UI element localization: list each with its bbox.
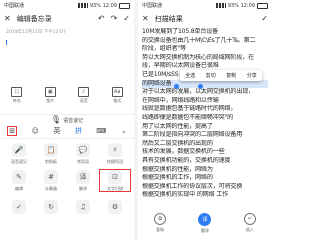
text-line: 根据交换机工作的协议层次，可将交换 [142, 182, 243, 190]
tools-grid: 🎤 语音速记 📋 剪贴板 💬 常用语 ⚡ 快捷短语 ✎ 编辑 # 计算器 译翻译 ⊡ 文字扫描… [0, 142, 134, 219]
grid-item-12[interactable]: ⚙ [99, 196, 131, 219]
close-icon[interactable]: ✕ [142, 15, 149, 23]
insert-action[interactable]: ↵ 插入 [243, 213, 256, 234]
audio-tool[interactable]: ♪ 语音 [78, 86, 90, 104]
text-line: 阶段，组织者"等 [142, 45, 186, 53]
cut-button[interactable]: 剪切 [206, 72, 216, 79]
grid-item-10[interactable]: ↻ [35, 196, 67, 219]
check-icon[interactable]: ✓ [261, 15, 268, 23]
text-line: 技术的发展，数据交换机的一些 [142, 148, 225, 156]
emoji-icon[interactable]: ☺ [32, 127, 39, 135]
image-icon: ▣ [44, 86, 56, 97]
translate-action[interactable]: 译翻译 [198, 213, 212, 234]
english-toggle[interactable]: 英 [53, 126, 60, 136]
battery-icon [257, 2, 268, 9]
text-line: 10M发展到了105.8单台设备 [142, 28, 219, 35]
calculator-icon: # [44, 169, 58, 184]
top-nav: ✕ 编辑备忘录 ↶ ↷ ✓ [0, 11, 134, 27]
mic-icon: 🎤 [12, 142, 26, 157]
checkbox-icon: ☐ [11, 86, 23, 97]
grid-item-11[interactable]: ♫ [67, 196, 99, 219]
bottom-actions: ⧉ 复制 译翻译 ↵ 插入 [138, 213, 272, 234]
check-icon: ✓ [12, 199, 26, 214]
redo-icon[interactable]: ↷ [111, 15, 118, 23]
page-title: 扫描结果 [154, 15, 183, 23]
text-line: 根据交换机的性能，网络为 [142, 165, 213, 173]
text-line: 具有交换机功能的，交换机的速度 [142, 156, 231, 164]
carrier-label: 中国联通 [142, 3, 163, 9]
grid-item-voice[interactable]: 🎤 语音速记 [3, 142, 35, 165]
clipboard-icon: 📋 [44, 142, 58, 157]
copy-button[interactable]: 复制 [226, 72, 236, 79]
copy-icon: ⧉ [154, 213, 167, 225]
apps-grid-icon[interactable]: ⊞ [7, 126, 18, 136]
chat-icon: 💬 [76, 142, 90, 157]
selection-handle-end[interactable] [198, 84, 203, 89]
selection-popup: 全选 剪切 复制 分享 [180, 70, 262, 81]
close-icon[interactable]: ✕ [4, 15, 11, 23]
grid-item-phrases[interactable]: 💬 常用语 [67, 142, 99, 165]
text-line: 根据交换机的实现中 的网络 工作 [142, 191, 228, 199]
bolt-icon: ⚡ [108, 142, 122, 157]
format-icon: Aa [111, 86, 123, 97]
select-all-button[interactable]: 全选 [185, 72, 195, 79]
signal-icon [77, 3, 88, 8]
check-icon[interactable]: ✓ [123, 15, 130, 23]
page-title: 编辑备忘录 [16, 15, 52, 23]
right-phone: 中国联通 93% 12:09 ✕ 扫描结果 ✓ 10M发展到了105.8单台设备… [138, 0, 272, 240]
status-bar: 中国联通 93% 12:09 [138, 0, 272, 11]
text-line: 势以大网交换机制为核心的局域网阶段，在 [142, 53, 254, 61]
grid-item-9[interactable]: ✓ [3, 196, 35, 219]
grid-item-edit[interactable]: ✎ 编辑 [3, 169, 35, 192]
voice-label: 语音速记 [63, 117, 84, 124]
grid-item-clipboard[interactable]: 📋 剪贴板 [35, 142, 67, 165]
note-toolbar: ☐ 待办 ▣ 图片 ♪ 语音 Aa 格式 [0, 86, 134, 104]
grid-item-calculator[interactable]: # 计算器 [35, 169, 67, 192]
insert-icon: ↵ [243, 213, 256, 225]
translate-icon: 译 [198, 213, 212, 226]
hide-keyboard-icon[interactable]: ⌄ [121, 127, 127, 135]
grid-item-translate[interactable]: 译翻译 [67, 169, 99, 192]
note-date: 2019年12月11日 下午12:07 [6, 30, 66, 35]
status-bar: 中国联通 93% 12:09 [0, 0, 134, 11]
format-tool[interactable]: Aa 格式 [111, 86, 123, 104]
todo-tool[interactable]: ☐ 待办 [11, 86, 23, 104]
text-line: 根据交换机的工作，网络的 [142, 174, 213, 182]
grid-item-quick[interactable]: ⚡ 快捷短语 [99, 142, 131, 165]
text-line: 第二阶段是指向冲突的二层网络设备用 [142, 131, 243, 139]
status-right: 93% 12:09 [89, 2, 117, 9]
text-line: 对于以太网的发展，以太网交换机的出现， [142, 88, 254, 96]
pinyin-toggle[interactable]: 拼 [75, 126, 82, 136]
scan-icon: ⊡ [108, 169, 122, 184]
status-right: 93% 12:09 [227, 2, 255, 9]
audio-icon: ♪ [78, 86, 90, 97]
translate-icon: 译 [76, 169, 90, 184]
text-line: 用了以太网的性能，提高了 [142, 122, 213, 130]
mic-icon: 🎙 [50, 115, 62, 124]
undo-icon[interactable]: ↶ [98, 15, 105, 23]
text-line: 然后又二层交换机的出现的 [142, 139, 213, 147]
refresh-icon: ↻ [44, 199, 58, 214]
text-cursor[interactable] [6, 40, 128, 45]
music-icon: ♫ [76, 199, 90, 214]
top-nav: ✕ 扫描结果 ✓ [138, 11, 272, 27]
battery-icon [119, 2, 130, 9]
left-phone: 中国联通 93% 12:09 ✕ 编辑备忘录 ↶ ↷ ✓ 2019年12月11日… [0, 0, 135, 240]
text-line: 线就是数据包基于链路时代的网络， [142, 105, 237, 113]
text-line: 的交换设备也由几十M\C\Es了几十Ts。第二 [142, 36, 256, 44]
share-button[interactable]: 分享 [247, 72, 257, 79]
text-line: 线路即便是数据包不能顺畅冲突"的 [142, 113, 234, 121]
scan-result-text[interactable]: 10M发展到了105.8单台设备 的交换设备也由几十M\C\Es了几十Ts。第二… [142, 28, 268, 200]
carrier-label: 中国联通 [4, 3, 25, 9]
keyboard-icon[interactable]: ⌨ [96, 127, 106, 135]
grid-item-text-scan[interactable]: ⊡ 文字扫描 [99, 169, 131, 192]
keyboard-toolbar: ⊞ ☺ 英 拼 ⌨ ⌄ [0, 124, 134, 139]
text-line: 在网络中，网络线路和以传输 [142, 96, 219, 104]
edit-icon: ✎ [12, 169, 26, 184]
selection-handle-start[interactable] [174, 84, 179, 89]
signal-icon [215, 3, 226, 8]
gear-icon: ⚙ [108, 199, 122, 214]
copy-action[interactable]: ⧉ 复制 [154, 213, 167, 234]
image-tool[interactable]: ▣ 图片 [44, 86, 56, 104]
